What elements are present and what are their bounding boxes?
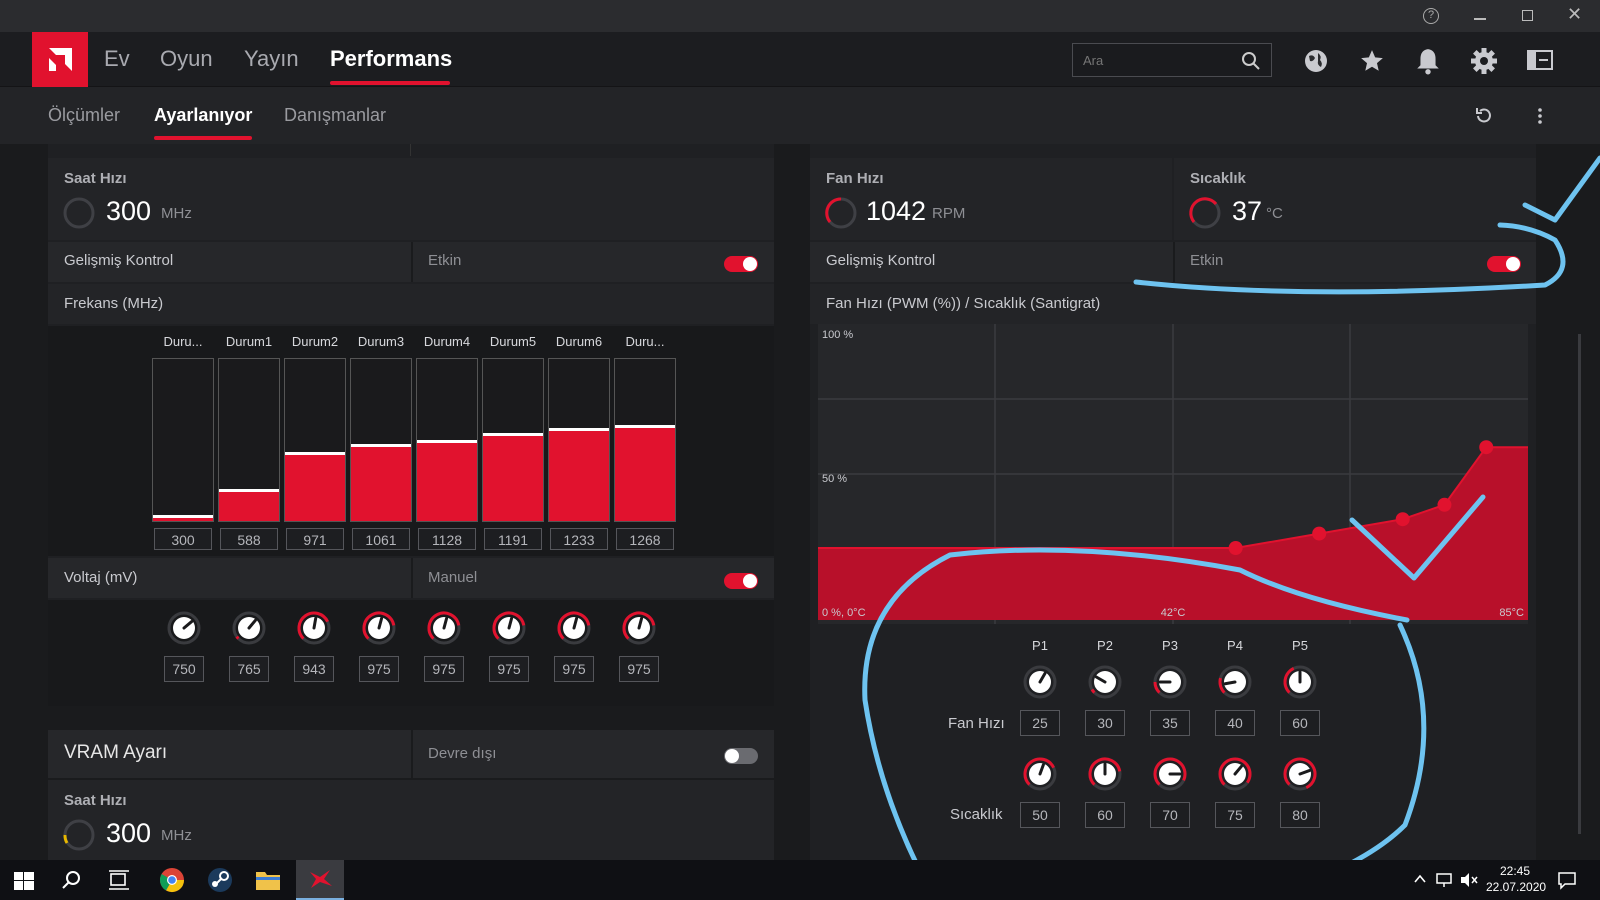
steam-icon[interactable] [206,866,234,894]
network-icon[interactable] [1436,872,1454,888]
annotation-check-top [1522,155,1600,223]
windows-start-icon[interactable] [14,872,34,890]
file-explorer-icon[interactable] [254,868,282,892]
task-view-icon[interactable] [108,870,130,890]
taskbar-active-app[interactable] [296,860,344,900]
volume-muted-icon[interactable] [1460,872,1478,888]
annotation-check-mid [1349,494,1486,581]
annotation-overlay [862,155,1600,900]
taskbar-search-icon[interactable] [62,870,82,890]
annotation-loop [862,547,1427,900]
annotation-underline-stroke [1133,222,1566,295]
radeon-app-icon [310,870,332,888]
taskbar [0,860,1600,900]
taskbar-date[interactable]: 22.07.2020 [1486,880,1546,894]
notifications-icon[interactable] [1558,872,1576,890]
tray-chevron-icon[interactable] [1414,874,1426,884]
taskbar-time[interactable]: 22:45 [1500,864,1530,878]
chrome-icon[interactable] [158,866,186,894]
